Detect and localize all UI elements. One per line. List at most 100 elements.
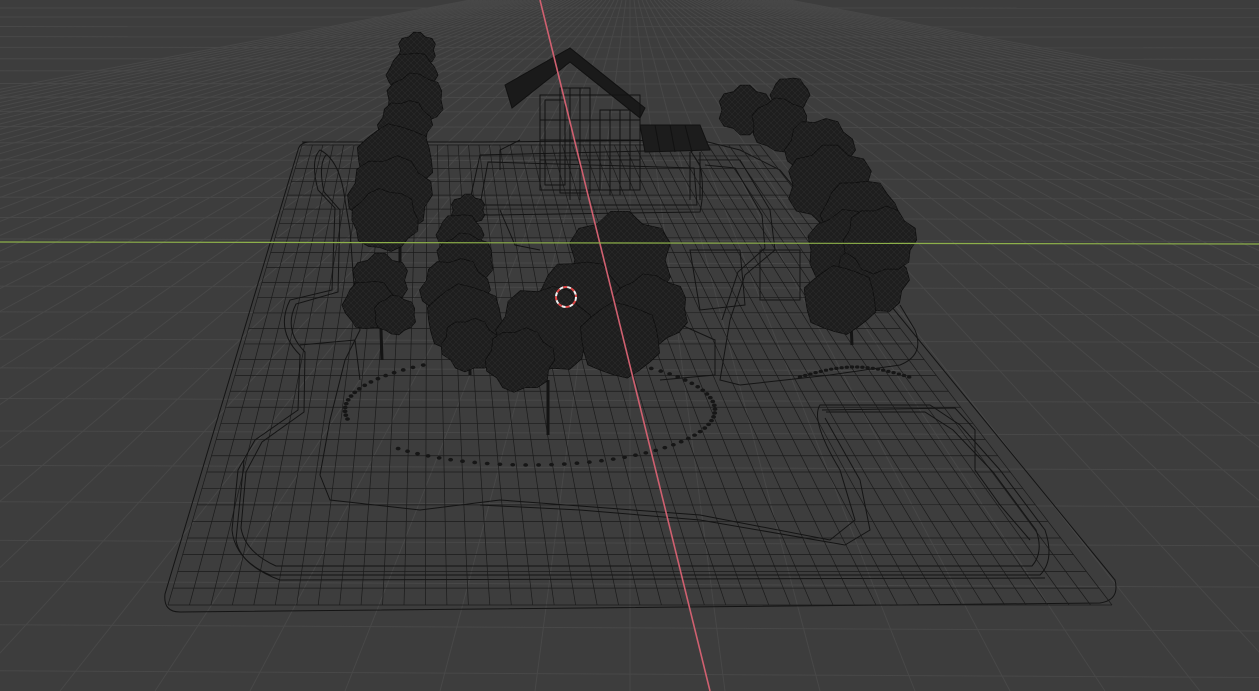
floor-grid-line [737, 0, 1259, 148]
path-stone [633, 453, 638, 457]
path-stone [622, 455, 627, 460]
path-stone [343, 413, 349, 417]
path-stone [860, 365, 865, 369]
terrain-plane[interactable] [164, 139, 1117, 613]
stone-path[interactable] [342, 363, 912, 467]
path-stone [834, 366, 839, 370]
path-stone [896, 372, 901, 376]
path-stone [420, 363, 426, 367]
path-stone [574, 461, 580, 465]
tree-right-front[interactable] [788, 144, 918, 346]
path-stone [685, 436, 691, 441]
path-stone [343, 401, 349, 406]
floor-grid-line [753, 0, 1259, 125]
path-stone [425, 454, 431, 458]
path-stone [375, 376, 381, 381]
path-stone [682, 378, 688, 382]
path-stone [875, 367, 881, 371]
path-stone [891, 371, 896, 375]
path-stone [342, 409, 348, 414]
path-stone [707, 395, 713, 400]
path-stone [711, 415, 716, 419]
terrain-mesh-line [167, 144, 303, 606]
path-stone [599, 458, 604, 463]
path-stone [818, 369, 823, 373]
tree-conifer-mid[interactable] [419, 193, 504, 375]
path-stone [448, 457, 454, 462]
terrain-mesh-line [232, 144, 334, 606]
path-stone [901, 373, 907, 378]
path-stone [700, 388, 706, 393]
terrain-mesh-line [274, 144, 355, 606]
path-stone [348, 394, 354, 398]
floor-grid-line [0, 83, 1259, 85]
path-stone [536, 463, 542, 467]
path-stone [510, 462, 516, 467]
terrain-mesh-line [425, 144, 428, 606]
path-stone [658, 369, 664, 373]
floor-grid-line [757, 0, 1259, 120]
path-stone [886, 369, 891, 373]
path-stone [368, 380, 374, 384]
path-stone [549, 462, 554, 467]
path-stone [823, 368, 829, 372]
path-stone [586, 460, 592, 464]
path-stone [400, 368, 406, 372]
path-stone [345, 398, 351, 402]
path-stone [803, 373, 808, 378]
path-stone [710, 399, 716, 404]
path-stone [706, 422, 711, 427]
path-stone [667, 372, 673, 376]
path-stone [678, 439, 684, 444]
path-stone [870, 366, 875, 370]
path-stone [689, 381, 695, 386]
path-stone [643, 451, 649, 455]
path-stone [797, 375, 803, 379]
path-stone [342, 405, 348, 410]
path-stone [391, 370, 397, 375]
floor-grid-line [785, 0, 1259, 93]
path-stone [829, 367, 834, 371]
path-stone [702, 426, 708, 430]
terrain-mesh-line [189, 144, 313, 606]
path-stone [855, 365, 860, 369]
terrain-mesh-line [210, 144, 324, 606]
path-stone [709, 418, 714, 423]
path-stone [695, 384, 701, 389]
floor-grid-line [729, 0, 1259, 162]
path-stone [610, 457, 616, 461]
path-stone [844, 365, 849, 369]
path-stone [704, 392, 710, 396]
path-stone [808, 372, 813, 376]
floor-grid-line [761, 0, 1259, 115]
path-stone [497, 462, 503, 467]
path-stone [839, 366, 844, 370]
path-stone [356, 386, 362, 391]
terrain-mesh-line [572, 144, 727, 606]
path-stone [697, 429, 703, 434]
tree-tall-left[interactable] [347, 31, 444, 265]
path-stone [653, 448, 659, 453]
path-stone [484, 461, 490, 466]
path-stone [472, 460, 478, 465]
floor-grid-line [765, 0, 1259, 111]
terrain-mesh-line [624, 144, 834, 606]
path-stone [849, 365, 855, 369]
path-stone [662, 445, 668, 450]
floor-grid-line [733, 0, 1259, 154]
floor-grid-line [749, 0, 1259, 130]
path-stone [813, 371, 818, 375]
path-stone [865, 366, 870, 370]
path-stone [711, 403, 717, 408]
path-stone [395, 446, 401, 451]
path-stone [523, 463, 529, 467]
terrain-mesh-line [436, 144, 448, 606]
path-stone [712, 411, 718, 415]
terrain-mesh-line [253, 144, 344, 606]
floor-grid-line [0, 70, 1259, 72]
path-stone [881, 368, 886, 372]
floor-grid-line [0, 58, 1259, 60]
3d-viewport[interactable] [0, 0, 1259, 691]
path-stone [460, 459, 465, 464]
tree-foliage-mesh [804, 265, 876, 335]
